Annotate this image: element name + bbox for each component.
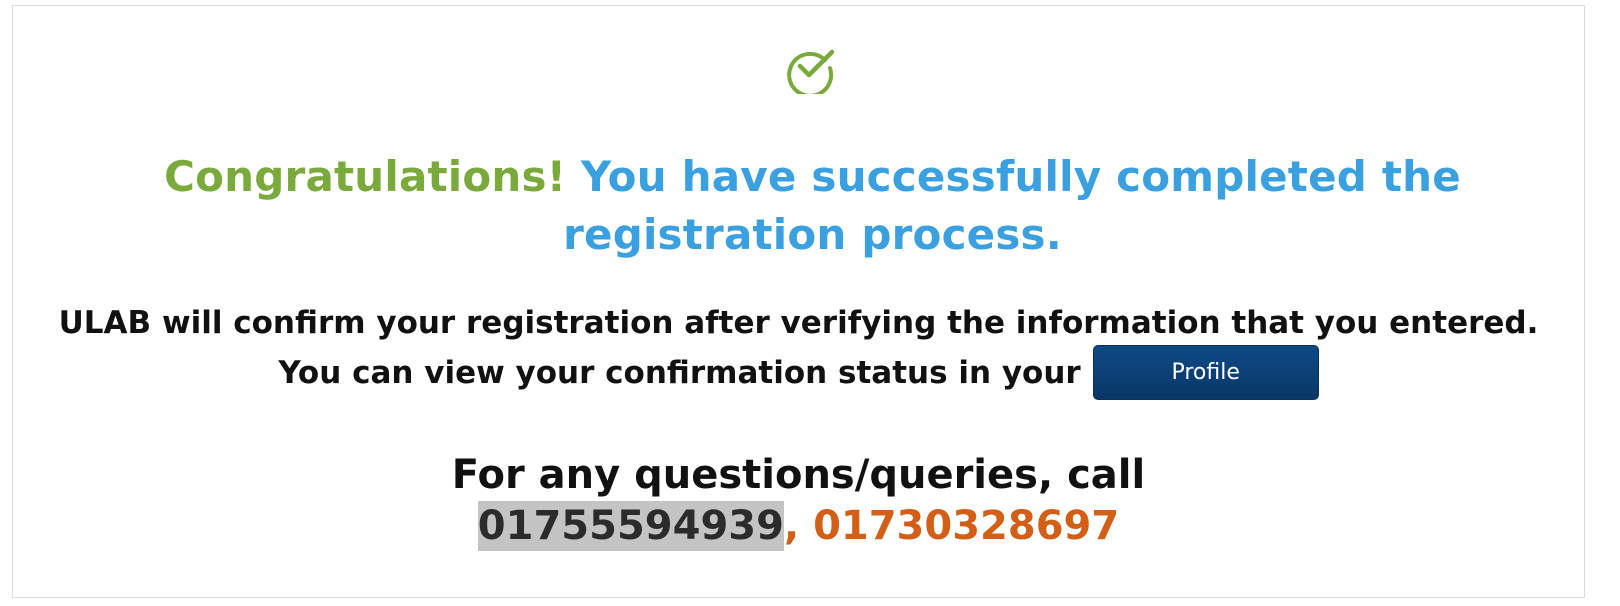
confirmation-status-text: You can view your confirmation status in… (278, 354, 1081, 391)
phone-separator: , (783, 503, 814, 549)
success-message: You have successfully completed the regi… (563, 152, 1461, 259)
check-circle-icon (785, 42, 837, 98)
profile-button[interactable]: Profile (1092, 345, 1319, 400)
confirmation-info-line1: ULAB will confirm your registration afte… (58, 305, 1539, 341)
congratulations-text: Congratulations! (164, 152, 567, 201)
phone-number-2[interactable]: 01730328697 (813, 503, 1119, 549)
confirmation-info: ULAB will confirm your registration afte… (12, 301, 1585, 400)
success-headline: Congratulations! You have successfully c… (40, 148, 1585, 264)
phone-number-1[interactable]: 01755594939 (477, 501, 784, 551)
contact-phones: 01755594939, 01730328697 (12, 500, 1585, 552)
confirmation-info-line2: You can view your confirmation status in… (278, 345, 1319, 400)
contact-prompt: For any questions/queries, call (451, 452, 1146, 498)
